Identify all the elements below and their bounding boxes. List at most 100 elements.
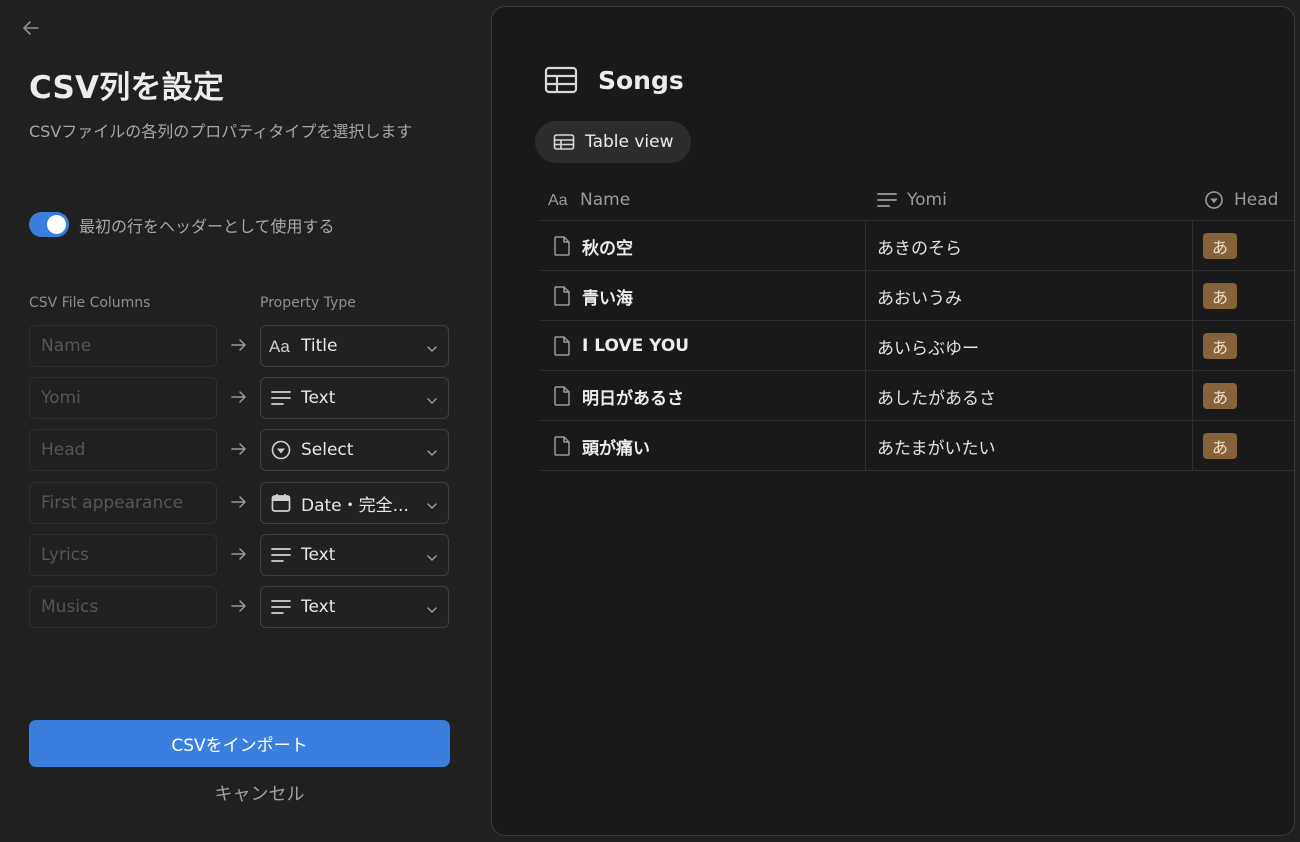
csv-column-field[interactable]: First appearance (29, 482, 217, 524)
page-icon (552, 435, 572, 457)
mapping-row-musics: Musics Text (29, 586, 450, 628)
title-aa-icon: Aa (269, 334, 293, 358)
arrow-right-icon (229, 387, 249, 407)
mapping-row-yomi: Yomi Text (29, 377, 450, 419)
preview-table: Aa Name Yomi Head 秋の空 あきのそら あ 青い海 あおいうみ … (540, 179, 1294, 471)
aa-icon: Aa (548, 190, 572, 210)
csv-column-field[interactable]: Head (29, 429, 217, 471)
head-cell: あ (1203, 421, 1237, 471)
head-cell: あ (1203, 371, 1237, 421)
property-type-label: Title (301, 336, 338, 356)
yomi-cell: あきのそら (877, 238, 962, 259)
select-badge: あ (1203, 283, 1237, 309)
text-lines-icon (875, 190, 899, 210)
use-header-label: 最初の行をヘッダーとして使用する (79, 216, 335, 236)
use-header-toggle[interactable] (29, 212, 69, 237)
chevron-down-icon (426, 601, 438, 613)
yomi-cell: あいらぶゆー (877, 338, 979, 359)
import-csv-button[interactable]: CSVをインポート (29, 720, 450, 767)
svg-text:Aa: Aa (269, 337, 290, 356)
database-title-row: Songs (544, 65, 684, 95)
name-text: 明日があるさ (582, 388, 684, 409)
preview-panel: Songs Table view Aa Name Yomi Head 秋の空 あ… (491, 6, 1295, 836)
table-icon (553, 133, 575, 151)
property-type-label: Select (301, 440, 354, 460)
mapping-row-first-appearance: First appearance Date・完全... (29, 482, 450, 524)
column-divider (865, 221, 866, 471)
chevron-down-icon (426, 444, 438, 456)
svg-text:Aa: Aa (548, 192, 568, 209)
property-type-select[interactable]: Aa Title (260, 325, 449, 367)
yomi-cell: あしたがあるさ (877, 388, 996, 409)
csv-column-field[interactable]: Yomi (29, 377, 217, 419)
property-type-label: Text (301, 597, 336, 617)
arrow-right-icon (229, 544, 249, 564)
database-title: Songs (598, 65, 684, 95)
property-type-select[interactable]: Text (260, 377, 449, 419)
select-badge: あ (1203, 333, 1237, 359)
back-arrow-icon[interactable] (20, 16, 42, 40)
table-icon (544, 65, 578, 95)
property-type-select[interactable]: Date・完全... (260, 482, 449, 524)
select-badge: あ (1203, 383, 1237, 409)
property-type-label: Text (301, 388, 336, 408)
yomi-cell: あたまがいたい (877, 438, 996, 459)
table-row[interactable]: 青い海 あおいうみ あ (540, 271, 1294, 321)
page-icon (552, 385, 572, 407)
name-cell: 青い海 (552, 271, 633, 321)
csv-column-field[interactable]: Name (29, 325, 217, 367)
tab-table-view[interactable]: Table view (535, 121, 691, 163)
mapping-row-lyrics: Lyrics Text (29, 534, 450, 576)
mapping-row-name: Name Aa Title (29, 325, 450, 367)
name-cell: 頭が痛い (552, 421, 650, 471)
table-row[interactable]: 頭が痛い あたまがいたい あ (540, 421, 1294, 471)
column-header-yomi[interactable]: Yomi (875, 179, 947, 221)
table-row[interactable]: I LOVE YOU あいらぶゆー あ (540, 321, 1294, 371)
name-cell: I LOVE YOU (552, 321, 689, 371)
csv-column-field[interactable]: Musics (29, 586, 217, 628)
table-row[interactable]: 明日があるさ あしたがあるさ あ (540, 371, 1294, 421)
property-type-select[interactable]: Text (260, 586, 449, 628)
column-header-label: Head (1234, 190, 1279, 210)
column-header-label: Name (580, 190, 631, 210)
page-icon (552, 285, 572, 307)
name-text: 青い海 (582, 288, 633, 309)
chevron-down-icon (426, 497, 438, 509)
arrow-right-icon (229, 492, 249, 512)
property-type-label: Date・完全... (301, 495, 409, 516)
head-cell: あ (1203, 271, 1237, 321)
csv-settings-panel: CSV列を設定 CSVファイルの各列のプロパティタイプを選択します 最初の行をヘ… (0, 0, 480, 842)
cancel-button[interactable]: キャンセル (29, 780, 490, 810)
page-subtitle: CSVファイルの各列のプロパティタイプを選択します (29, 122, 413, 141)
name-cell: 秋の空 (552, 221, 633, 271)
table-row[interactable]: 秋の空 あきのそら あ (540, 221, 1294, 271)
name-text: 秋の空 (582, 238, 633, 259)
column-header-name[interactable]: Aa Name (548, 179, 630, 221)
toggle-knob (47, 215, 66, 234)
csv-columns-header: CSV File Columns (29, 295, 151, 311)
csv-column-field[interactable]: Lyrics (29, 534, 217, 576)
select-badge: あ (1203, 433, 1237, 459)
property-type-select[interactable]: Select (260, 429, 449, 471)
yomi-cell: あおいうみ (877, 288, 962, 309)
chevron-down-icon (426, 392, 438, 404)
column-divider (1192, 221, 1193, 471)
head-cell: あ (1203, 221, 1237, 271)
select-badge: あ (1203, 233, 1237, 259)
column-header-head[interactable]: Head (1202, 179, 1278, 221)
calendar-icon (269, 491, 293, 515)
page-title: CSV列を設定 (29, 70, 225, 106)
arrow-right-icon (229, 335, 249, 355)
chevron-down-icon (426, 340, 438, 352)
column-header-label: Yomi (907, 190, 947, 210)
property-type-label: Text (301, 545, 336, 565)
property-type-select[interactable]: Text (260, 534, 449, 576)
arrow-right-icon (229, 439, 249, 459)
view-tab-label: Table view (585, 132, 674, 152)
select-circle-icon (1202, 190, 1226, 210)
text-lines-icon (269, 595, 293, 619)
arrow-right-icon (229, 596, 249, 616)
mapping-row-head: Head Select (29, 429, 450, 471)
table-header: Aa Name Yomi Head (540, 179, 1294, 221)
text-lines-icon (269, 543, 293, 567)
